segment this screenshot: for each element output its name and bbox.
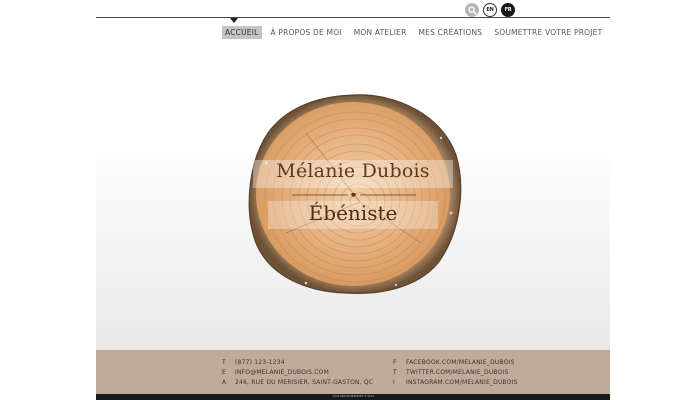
social-twitter: T TWITTER.COM/MELANIE_DUBOIS <box>393 369 508 376</box>
artisan-trade: Ébéniste <box>308 201 398 225</box>
nav-item-creations[interactable]: MES CRÉATIONS <box>416 26 486 39</box>
lang-fr-button[interactable]: FR <box>501 3 515 17</box>
active-indicator-arrow <box>230 18 238 23</box>
contact-email-value[interactable]: INFO@MELANIE_DUBOIS.COM <box>235 369 329 376</box>
social-facebook-link[interactable]: FACEBOOK.COM/MELANIE_DUBOIS <box>406 359 515 366</box>
contact-email-label: E <box>222 369 226 376</box>
social-facebook: F FACEBOOK.COM/MELANIE_DUBOIS <box>393 359 515 366</box>
search-icon <box>467 5 477 15</box>
nav-item-accueil[interactable]: ACCUEIL <box>222 26 262 39</box>
nav-item-atelier[interactable]: MON ATELIER <box>351 26 410 39</box>
social-facebook-label: F <box>393 359 397 366</box>
social-instagram-link[interactable]: INSTAGRAM.COM/MELANIE_DUBOIS <box>406 379 518 386</box>
ornament-divider <box>292 193 416 197</box>
nav-item-soumettre-projet[interactable]: SOUMETTRE VOTRE PROJET <box>491 26 605 39</box>
contact-phone-value[interactable]: (877) 123-1234 <box>235 359 285 366</box>
contact-phone-label: T <box>222 359 226 366</box>
contact-address-label: A <box>222 379 227 386</box>
main-nav: ACCUEIL À PROPOS DE MOI MON ATELIER MES … <box>222 26 605 39</box>
lang-fr-label: FR <box>504 7 512 13</box>
social-instagram: I INSTAGRAM.COM/MELANIE_DUBOIS <box>393 379 518 386</box>
contact-email: E INFO@MELANIE_DUBOIS.COM <box>222 369 329 376</box>
contact-address-value: 246, RUE DU MERISIER, SAINT-GASTON, QC <box>235 379 374 386</box>
lang-en-button[interactable]: EN <box>483 3 497 17</box>
lang-en-label: EN <box>486 7 494 13</box>
contact-address: A 246, RUE DU MERISIER, SAINT-GASTON, QC <box>222 379 373 386</box>
top-toolbar: EN FR <box>465 3 515 17</box>
social-twitter-label: T <box>393 369 397 376</box>
social-twitter-link[interactable]: TWITTER.COM/MELANIE_DUBOIS <box>406 369 508 376</box>
nav-divider <box>96 17 610 18</box>
contact-phone: T (877) 123-1234 <box>222 359 285 366</box>
artisan-name: Mélanie Dubois <box>276 160 430 182</box>
nav-item-a-propos[interactable]: À PROPOS DE MOI <box>268 26 345 39</box>
copyright-text: TOUS DROITS RÉSERVÉS © 2014 <box>332 395 374 398</box>
social-instagram-label: I <box>393 379 395 386</box>
footer <box>96 350 610 394</box>
search-button[interactable] <box>465 3 479 17</box>
